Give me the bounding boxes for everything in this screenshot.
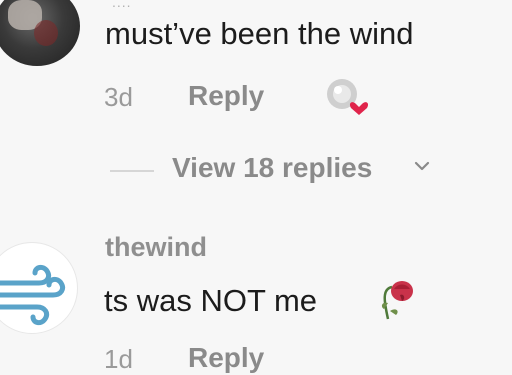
replies-divider [110,170,154,172]
comment-username[interactable]: thewind [105,232,207,263]
avatar[interactable] [0,0,80,66]
creator-liked-icon[interactable] [322,74,374,118]
wilted-rose-icon [381,281,413,320]
comment-timestamp: 3d [104,82,133,112]
chevron-down-icon[interactable] [413,157,431,175]
username-truncated[interactable]: .... [112,0,132,10]
reply-button[interactable]: Reply [188,342,264,374]
comment-text: ts was NOT me [104,283,318,318]
comment-text: must’ve been the wind [105,16,414,51]
wind-icon [0,264,66,326]
comment-timestamp: 1d [104,344,133,374]
avatar-shape [34,20,58,46]
avatar[interactable] [0,242,78,334]
comment-thread: .... must’ve been the wind 3d Reply View… [0,0,512,374]
view-replies-button[interactable]: View 18 replies [172,152,372,184]
reply-button[interactable]: Reply [188,80,264,112]
